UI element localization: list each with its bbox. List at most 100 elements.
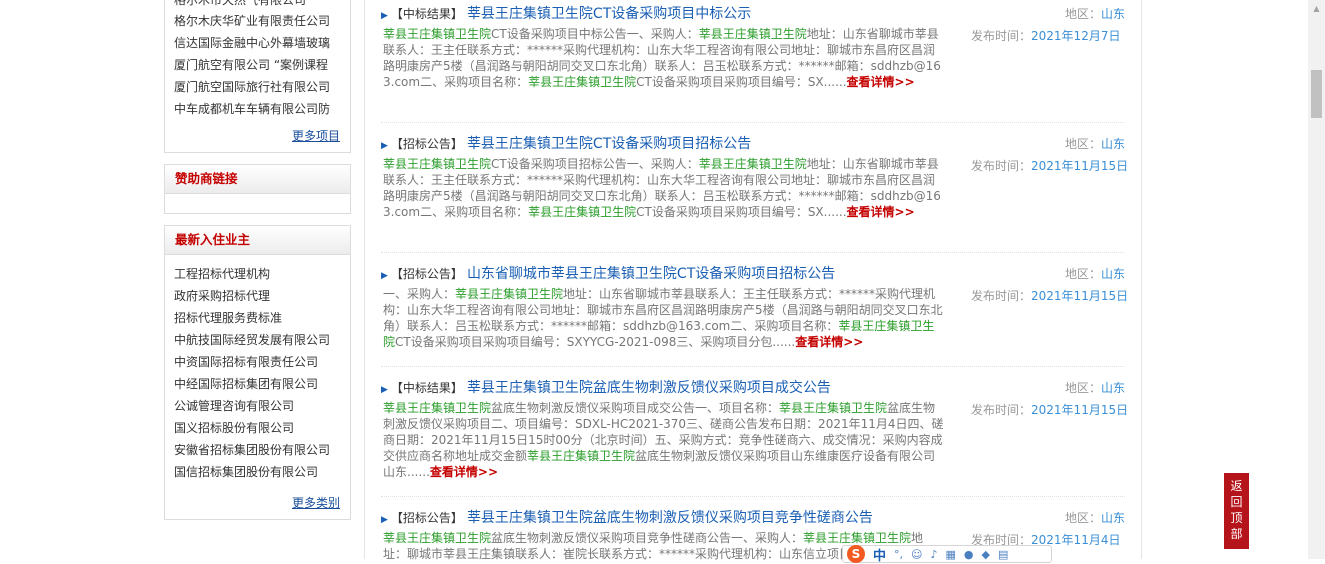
highlight: 莘县王庄集镇卫生院 [528, 75, 637, 89]
list-item[interactable]: 厦门航空有限公司 “案例课程 [174, 54, 339, 76]
divider [381, 122, 1125, 123]
date-value: 2021年12月7日 [1031, 29, 1121, 43]
list-item[interactable]: 安徽省招标集团股份有限公司 [174, 439, 339, 461]
list-item[interactable]: 厦门航空国际旅行社有限公司 [174, 76, 339, 98]
list-item[interactable]: 中经国际招标集团有限公司 [174, 373, 339, 395]
highlight: 莘县王庄集镇卫生院 [698, 27, 807, 41]
ime-mode-toggle[interactable]: 中 [873, 545, 886, 564]
item-region: 地区：山东 [1065, 134, 1125, 154]
item-tag: 【中标结果】 [390, 7, 463, 21]
region-value: 山东 [1101, 511, 1126, 525]
list-item[interactable]: 中航技国际经贸发展有限公司 [174, 329, 339, 351]
item-summary: 莘县王庄集镇卫生院CT设备采购项目中标公告一、采购人：莘县王庄集镇卫生院地址：山… [383, 26, 945, 90]
item-summary: 莘县王庄集镇卫生院CT设备采购项目招标公告一、采购人：莘县王庄集镇卫生院地址：山… [383, 156, 945, 220]
item-title-link[interactable]: 莘县王庄集镇卫生院盆底生物刺激反馈仪采购项目竞争性磋商公告 [467, 510, 873, 526]
divider [381, 366, 1125, 367]
list-item[interactable]: 格尔木市天然气有限公司 [174, 0, 339, 10]
list-item[interactable]: 信达国际金融中心外幕墙玻璃 [174, 32, 339, 54]
item-tag: 【中标结果】 [390, 381, 463, 395]
text: 盆底生物刺激反馈仪采购项目竞争性磋商公告一、采购人： [491, 531, 804, 545]
item-tag: 【招标公告】 [390, 511, 463, 525]
region-label: 地区： [1065, 511, 1102, 525]
view-detail-link[interactable]: 查看详情>> [847, 75, 915, 89]
region-value: 山东 [1101, 381, 1126, 395]
arrow-right-icon: ▶ [381, 385, 388, 395]
text: 一、采购人： [383, 287, 456, 301]
date-value: 2021年11月15日 [1031, 403, 1129, 417]
highlight: 莘县王庄集镇卫生院 [455, 287, 564, 301]
arrow-right-icon: ▶ [381, 11, 388, 21]
arrow-right-icon: ▶ [381, 515, 388, 525]
divider [381, 252, 1125, 253]
item-region: 地区：山东 [1065, 4, 1125, 24]
region-value: 山东 [1101, 137, 1126, 151]
new-owners-panel: 最新入住业主 工程招标代理机构 政府采购招标代理 招标代理服务费标准 中航技国际… [164, 225, 351, 520]
project-list: 格尔木市天然气有限公司 格尔木庆华矿业有限责任公司 信达国际金融中心外幕墙玻璃 … [165, 0, 350, 120]
projects-panel: 格尔木市天然气有限公司 格尔木庆华矿业有限责任公司 信达国际金融中心外幕墙玻璃 … [164, 0, 351, 153]
item-summary: 莘县王庄集镇卫生院盆底生物刺激反馈仪采购项目成交公告一、项目名称：莘县王庄集镇卫… [383, 400, 945, 480]
item-title-row: ▶ 【中标结果】 莘县王庄集镇卫生院盆底生物刺激反馈仪采购项目成交公告 [381, 378, 831, 398]
list-item[interactable]: 格尔木庆华矿业有限责任公司 [174, 10, 339, 32]
date-label: 发布时间： [971, 29, 1032, 43]
highlight: 莘县王庄集镇卫生院 [383, 27, 492, 41]
item-title-link[interactable]: 莘县王庄集镇卫生院CT设备采购项目中标公示 [467, 6, 751, 22]
scroll-thumb[interactable] [1311, 70, 1322, 118]
item-title-link[interactable]: 莘县王庄集镇卫生院盆底生物刺激反馈仪采购项目成交公告 [467, 380, 831, 396]
list-item[interactable]: 中资国际招标有限责任公司 [174, 351, 339, 373]
highlight: 莘县王庄集镇卫生院 [383, 401, 492, 415]
region-label: 地区： [1065, 137, 1102, 151]
more-projects-link[interactable]: 更多项目 [292, 127, 340, 144]
region-label: 地区： [1065, 7, 1102, 21]
date-label: 发布时间： [971, 159, 1032, 173]
new-owners-title: 最新入住业主 [165, 226, 350, 255]
scroll-up-arrow-icon[interactable]: ▲ [1308, 0, 1325, 17]
highlight: 莘县王庄集镇卫生院 [383, 531, 492, 545]
highlight: 莘县王庄集镇卫生院 [803, 531, 912, 545]
more-categories-link[interactable]: 更多类别 [292, 494, 340, 511]
highlight: 莘县王庄集镇卫生院 [527, 449, 636, 463]
list-item[interactable]: 中车成都机车车辆有限公司防 [174, 98, 339, 120]
list-item[interactable]: 公诚管理咨询有限公司 [174, 395, 339, 417]
arrow-right-icon: ▶ [381, 141, 388, 151]
view-detail-link[interactable]: 查看详情>> [847, 205, 915, 219]
text: CT设备采购项目中标公告一、采购人： [491, 27, 699, 41]
date-value: 2021年11月15日 [1031, 289, 1129, 303]
list-item[interactable]: 政府采购招标代理 [174, 285, 339, 307]
sponsor-title: 赞助商链接 [165, 165, 350, 194]
text: CT设备采购项目招标公告一、采购人： [491, 157, 699, 171]
list-item[interactable]: 招标代理服务费标准 [174, 307, 339, 329]
list-item[interactable]: 国义招标股份有限公司 [174, 417, 339, 439]
text: CT设备采购项目采购项目编号：SXYYCG-2021-098三、采购项目分包..… [395, 335, 796, 349]
item-title-row: ▶ 【招标公告】 山东省聊城市莘县王庄集镇卫生院CT设备采购项目招标公告 [381, 264, 835, 284]
highlight: 莘县王庄集镇卫生院 [698, 157, 807, 171]
item-title-row: ▶ 【招标公告】 莘县王庄集镇卫生院CT设备采购项目招标公告 [381, 134, 751, 154]
list-item[interactable]: 国信招标集团股份有限公司 [174, 461, 339, 483]
text: CT设备采购项目采购项目编号：SX...... [636, 75, 847, 89]
text: 盆底生物刺激反馈仪采购项目成交公告一、项目名称： [491, 401, 780, 415]
item-tag: 【招标公告】 [390, 137, 463, 151]
result-list: ▶ 【中标结果】 莘县王庄集镇卫生院CT设备采购项目中标公示 地区：山东 发布时间：… [364, 0, 1142, 561]
item-title-row: ▶ 【招标公告】 莘县王庄集镇卫生院盆底生物刺激反馈仪采购项目竞争性磋商公告 [381, 508, 873, 528]
view-detail-link[interactable]: 查看详情>> [795, 335, 863, 349]
page-scrollbar[interactable]: ▲ [1308, 0, 1325, 559]
region-value: 山东 [1101, 267, 1126, 281]
item-region: 地区：山东 [1065, 378, 1125, 398]
list-item[interactable]: 工程招标代理机构 [174, 263, 339, 285]
region-label: 地区： [1065, 267, 1102, 281]
item-date: 发布时间：2021年11月15日 [971, 286, 1128, 306]
sponsor-panel: 赞助商链接 [164, 164, 351, 214]
highlight: 莘县王庄集镇卫生院 [528, 205, 637, 219]
ime-toolbar: S 中 °, ☺ ♪ ▦ ● ◆ ▤ [842, 545, 1052, 564]
highlight: 莘县王庄集镇卫生院 [779, 401, 888, 415]
ime-logo-icon[interactable]: S [847, 545, 865, 563]
item-title-link[interactable]: 莘县王庄集镇卫生院CT设备采购项目招标公告 [467, 136, 751, 152]
date-label: 发布时间： [971, 403, 1032, 417]
back-to-top-button[interactable]: 返回顶部 [1224, 473, 1249, 549]
view-detail-link[interactable]: 查看详情>> [430, 465, 498, 479]
date-label: 发布时间： [971, 289, 1032, 303]
arrow-right-icon: ▶ [381, 271, 388, 281]
new-owners-list: 工程招标代理机构 政府采购招标代理 招标代理服务费标准 中航技国际经贸发展有限公… [165, 255, 350, 483]
item-title-link[interactable]: 山东省聊城市莘县王庄集镇卫生院CT设备采购项目招标公告 [467, 266, 835, 282]
highlight: 莘县王庄集镇卫生院 [383, 157, 492, 171]
item-region: 地区：山东 [1065, 508, 1125, 528]
